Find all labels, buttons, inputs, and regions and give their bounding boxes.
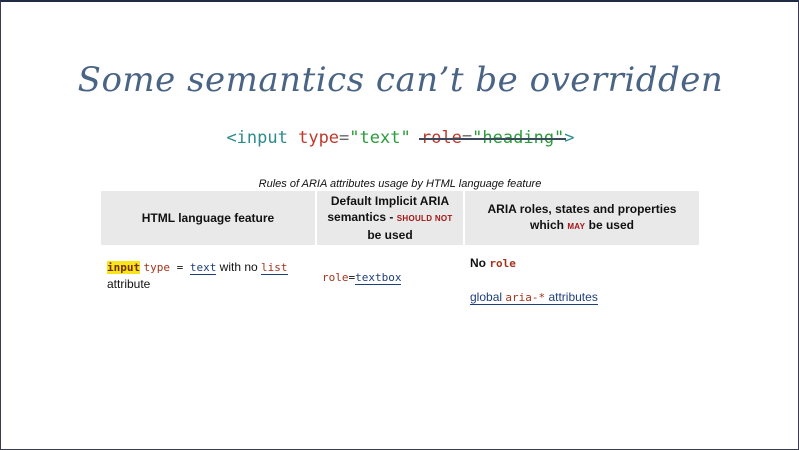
header-allowed-aria: ARIA roles, states and properties which … [464,191,699,245]
feature-with-no: with no [216,260,262,274]
cell-allowed-aria: No role global aria-* attributes [464,245,699,310]
header-allowed-c: be used [585,218,634,232]
implicit-role-attr: role [322,271,349,284]
strikethrough-line [418,138,567,140]
code-equals: = [339,128,350,148]
aria-rules-table: HTML language feature Default Implicit A… [101,191,699,310]
table-caption: Rules of ARIA attributes usage by HTML l… [258,178,542,190]
header-implicit-semantics: Default Implicit ARIA semantics - SHOULD… [316,191,465,245]
code-example: <input type="text" role="heading"> [1,128,799,148]
code-value-text: "text" [349,128,411,148]
no-role-text: No [470,256,490,270]
type-attr-link[interactable]: type [143,261,170,274]
feature-attribute-word: attribute [107,277,151,291]
slide-title: Some semantics can’t be overridden [77,60,724,100]
input-element-link[interactable]: input [107,261,141,274]
cell-html-feature: input type = text with no list attribute [101,245,316,310]
global-aria-attributes-link[interactable]: global aria-* attributes [470,290,598,305]
global-word: global [470,290,506,304]
no-role-keyword: role [489,257,516,270]
code-open-tag: <input [226,128,299,148]
slide: Some semantics can’t be overridden <inpu… [0,0,799,450]
table-header-row: HTML language feature Default Implicit A… [101,191,699,245]
table-row: input type = text with no list attribute… [101,245,699,310]
cell-implicit-semantics: role=textbox [316,245,464,310]
aria-star-keyword: aria-* [505,291,546,304]
should-not-label: SHOULD NOT [396,214,453,223]
code-struck-role: role="heading" [418,128,567,148]
attributes-word: attributes [545,290,598,304]
code-attr-type: type [298,128,340,148]
header-implicit-c: be used [367,228,413,242]
may-label: MAY [567,222,586,231]
header-html-feature: HTML language feature [101,191,317,245]
header-html-feature-label: HTML language feature [141,211,275,225]
list-attr-link[interactable]: list [261,261,288,275]
feature-equals: = [169,261,190,274]
text-value-link[interactable]: text [189,261,217,275]
textbox-role-link[interactable]: textbox [355,271,402,285]
